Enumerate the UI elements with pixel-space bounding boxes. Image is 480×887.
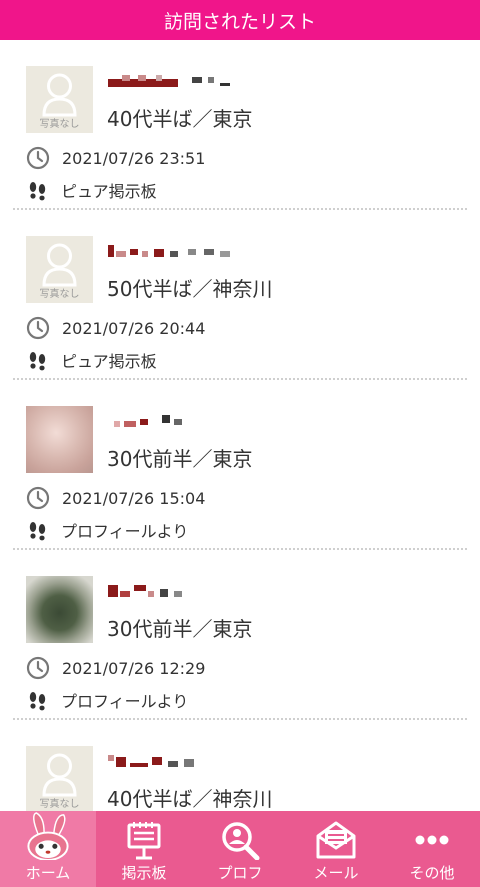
visit-time-row: 2021/07/26 15:04 (26, 486, 205, 510)
visitor-item[interactable]: 写真なし 50代半ば／神奈川 2021/07/26 20:44 ピュア掲示板 (13, 210, 467, 380)
visitor-item[interactable]: 写真なし 40代半ば／東京 2021/07/26 23:51 ピュア掲示板 (13, 40, 467, 210)
no-photo-label: 写真なし (39, 119, 80, 130)
person-silhouette-icon (42, 243, 77, 287)
footprints-icon (29, 352, 46, 371)
clock-icon (26, 486, 50, 510)
username-mosaic[interactable] (108, 755, 258, 767)
age-location: 40代半ば／東京 (107, 107, 253, 131)
visit-source: プロフィールより (61, 522, 189, 541)
person-silhouette-icon (42, 753, 77, 797)
no-photo-label: 写真なし (39, 289, 80, 300)
rabbit-mascot-icon (27, 812, 69, 860)
person-silhouette-icon (42, 73, 77, 117)
visit-time-row: 2021/07/26 20:44 (26, 316, 205, 340)
tab-mail-label: メール (313, 864, 359, 882)
visit-time: 2021/07/26 23:51 (62, 148, 206, 168)
visit-time: 2021/07/26 20:44 (62, 318, 206, 338)
profile-search-icon (222, 822, 260, 860)
age-location: 30代前半／東京 (107, 447, 253, 471)
tab-home-label: ホーム (25, 864, 71, 882)
age-location: 40代半ば／神奈川 (107, 787, 273, 811)
clock-icon (26, 656, 50, 680)
visitor-list[interactable]: 写真なし 40代半ば／東京 2021/07/26 23:51 ピュア掲示板 写真… (0, 40, 480, 811)
tab-bulletin-board-label: 掲示板 (121, 864, 167, 882)
tab-more-label: その他 (409, 864, 455, 882)
visit-time: 2021/07/26 12:29 (62, 658, 206, 678)
visit-source-row: プロフィールより (27, 518, 188, 542)
bottom-tab-bar: ホーム 掲示板 プロフ メール その他 (0, 811, 480, 887)
visitor-item[interactable]: 30代前半／東京 2021/07/26 15:04 プロフィールより (13, 380, 467, 550)
visit-time-row: 2021/07/26 23:51 (26, 146, 205, 170)
clock-icon (26, 316, 50, 340)
visitor-item[interactable]: 写真なし 40代半ば／神奈川 (13, 720, 467, 811)
avatar-photo[interactable] (26, 406, 93, 473)
bulletin-board-icon (127, 822, 161, 860)
visit-source-row: ピュア掲示板 (27, 178, 157, 202)
tab-more[interactable]: その他 (384, 811, 480, 887)
visit-time-row: 2021/07/26 12:29 (26, 656, 205, 680)
visitor-item[interactable]: 30代前半／東京 2021/07/26 12:29 プロフィールより (13, 550, 467, 720)
clock-icon (26, 146, 50, 170)
footprints-icon (29, 522, 46, 541)
mail-icon (316, 821, 356, 859)
page-header: 訪問されたリスト (0, 0, 480, 40)
visit-source: ピュア掲示板 (61, 182, 157, 201)
visit-source-row: ピュア掲示板 (27, 348, 157, 372)
age-location: 50代半ば／神奈川 (107, 277, 273, 301)
username-mosaic[interactable] (108, 585, 258, 597)
age-location: 30代前半／東京 (107, 617, 253, 641)
visit-source-row: プロフィールより (27, 688, 188, 712)
visit-time: 2021/07/26 15:04 (62, 488, 206, 508)
avatar-no-photo[interactable]: 写真なし (26, 66, 93, 133)
username-mosaic[interactable] (108, 245, 258, 257)
tab-profile-search-label: プロフ (217, 864, 263, 882)
tab-bulletin-board[interactable]: 掲示板 (96, 811, 192, 887)
footprints-icon (29, 692, 46, 711)
username-mosaic[interactable] (108, 415, 258, 427)
no-photo-label: 写真なし (39, 799, 80, 810)
avatar-no-photo[interactable]: 写真なし (26, 236, 93, 303)
username-mosaic[interactable] (108, 75, 258, 87)
visit-source: プロフィールより (61, 692, 189, 711)
footprints-icon (29, 182, 46, 201)
more-icon (415, 835, 449, 845)
avatar-photo[interactable] (26, 576, 93, 643)
tab-mail[interactable]: メール (288, 811, 384, 887)
tab-profile-search[interactable]: プロフ (192, 811, 288, 887)
visit-source: ピュア掲示板 (61, 352, 157, 371)
page-title: 訪問されたリスト (163, 10, 316, 33)
tab-home[interactable]: ホーム (0, 811, 96, 887)
avatar-no-photo[interactable]: 写真なし (26, 746, 93, 811)
